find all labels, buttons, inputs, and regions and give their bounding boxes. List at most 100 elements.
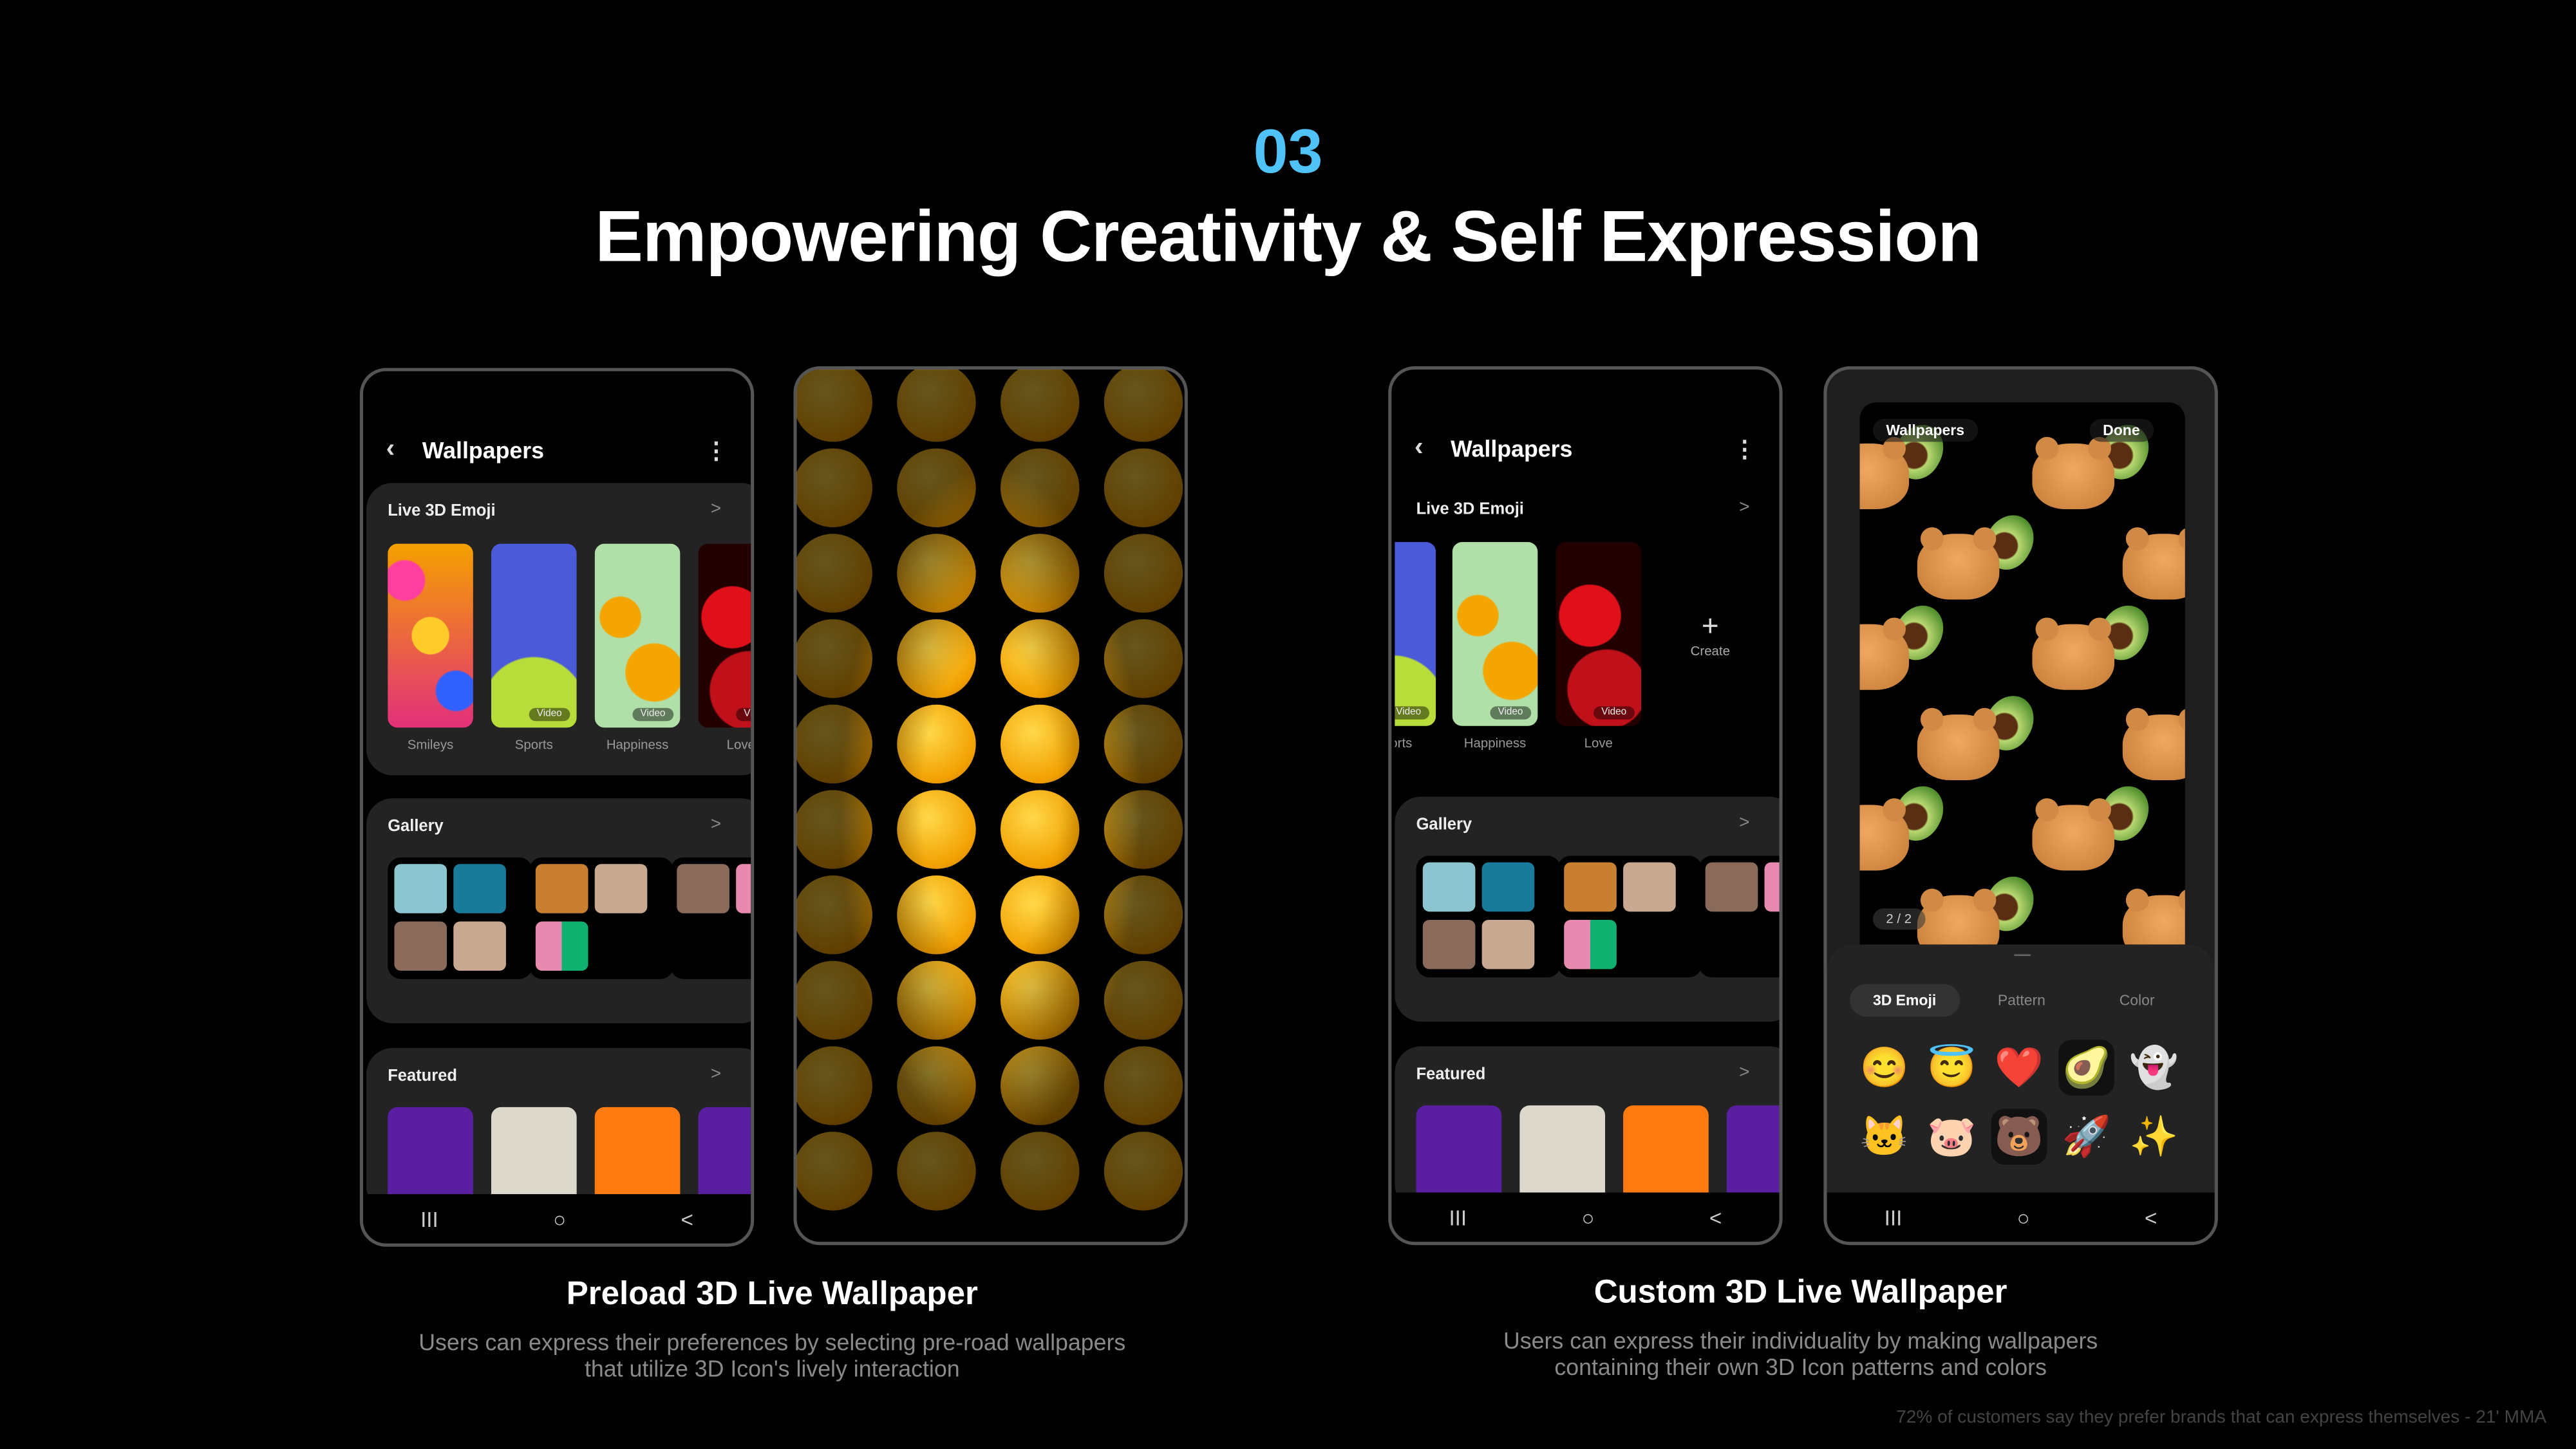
wallpapers-back-button[interactable]: Wallpapers bbox=[1872, 418, 1978, 442]
featured-thumb[interactable] bbox=[1519, 1105, 1606, 1204]
emoji-option[interactable]: 👻 bbox=[2126, 1040, 2182, 1096]
featured-thumb[interactable] bbox=[698, 1107, 751, 1206]
thumb-smileys[interactable] bbox=[388, 543, 473, 728]
phone-live-emoji-preview[interactable] bbox=[793, 366, 1188, 1246]
featured-thumb[interactable] bbox=[594, 1107, 681, 1206]
video-badge: Video bbox=[632, 707, 674, 722]
video-badge: Video bbox=[1489, 706, 1532, 720]
chevron-right-icon[interactable]: > bbox=[711, 1065, 721, 1085]
more-icon[interactable]: ⋮ bbox=[705, 436, 728, 463]
tab-color[interactable]: Color bbox=[2096, 984, 2177, 1016]
right-caption-title: Custom 3D Live Wallpaper bbox=[1594, 1275, 2007, 1311]
bear-icon bbox=[1859, 617, 1910, 690]
back-icon[interactable]: ‹ bbox=[386, 435, 422, 465]
thumb-label: Happiness bbox=[606, 737, 669, 753]
chevron-right-icon[interactable]: > bbox=[1739, 498, 1749, 518]
featured-thumb[interactable] bbox=[388, 1107, 473, 1206]
back-button[interactable]: < bbox=[681, 1206, 693, 1231]
create-button[interactable]: + Create bbox=[1674, 610, 1746, 659]
thumb-sports[interactable]: Video bbox=[491, 543, 577, 728]
nav-bar: III ○ < bbox=[362, 1194, 751, 1244]
gallery-card: Gallery > bbox=[366, 798, 751, 1024]
emoji-option[interactable]: 🐱 bbox=[1856, 1108, 1912, 1164]
left-caption-title: Preload 3D Live Wallpaper bbox=[566, 1276, 978, 1313]
thumb-label: Sports bbox=[514, 737, 553, 753]
featured-thumb[interactable] bbox=[1416, 1105, 1502, 1204]
nav-bar: III ○ < bbox=[1391, 1192, 1780, 1242]
section-number: 03 bbox=[1253, 118, 1323, 187]
gallery-album[interactable] bbox=[670, 857, 751, 979]
featured-card: Featured > bbox=[366, 1047, 751, 1213]
emoji-option[interactable]: 🚀 bbox=[2058, 1108, 2114, 1164]
screen-title: Wallpapers bbox=[422, 436, 545, 463]
footnote: 72% of customers say they prefer brands … bbox=[1896, 1407, 2547, 1428]
page-indicator: 2 / 2 bbox=[1872, 908, 1925, 930]
customize-sheet: 3D Emoji Pattern Color 😊 😇 ❤️ 🥑 👻 🐱 🐷 🐻 🚀 ✨ bbox=[1827, 944, 2215, 1193]
card-title: Live 3D Emoji bbox=[388, 502, 496, 521]
left-caption-line2: that utilize 3D Icon's lively interactio… bbox=[584, 1355, 960, 1381]
phone-wallpapers-created: ‹Wallpapers ⋮ Live 3D Emoji > Video Sports… bbox=[1388, 366, 1783, 1246]
chevron-right-icon[interactable]: > bbox=[1739, 813, 1749, 833]
chevron-right-icon[interactable]: > bbox=[711, 815, 721, 835]
tab-pattern[interactable]: Pattern bbox=[1975, 984, 2069, 1016]
card-title: Featured bbox=[1416, 1066, 1486, 1085]
card-title: Gallery bbox=[388, 818, 444, 836]
headline: Empowering Creativity & Self Expression bbox=[595, 197, 1982, 278]
featured-thumb[interactable] bbox=[1623, 1105, 1709, 1204]
emoji-option[interactable]: 🐻 bbox=[1991, 1108, 2047, 1165]
recents-button[interactable]: III bbox=[420, 1206, 438, 1231]
bear-icon bbox=[2032, 436, 2115, 510]
gallery-album[interactable] bbox=[529, 857, 674, 979]
emoji-option[interactable]: 😇 bbox=[1924, 1040, 1980, 1096]
emoji-option[interactable]: 🥑 bbox=[2058, 1040, 2115, 1096]
plus-icon: + bbox=[1701, 609, 1719, 642]
gallery-album[interactable] bbox=[388, 857, 532, 979]
featured-card: Featured > bbox=[1395, 1046, 1780, 1211]
emoji-option[interactable]: ❤️ bbox=[1991, 1040, 2047, 1096]
phone-wallpapers-list: ‹ Wallpapers ⋮ Live 3D Emoji > Smileys Vide… bbox=[359, 368, 755, 1247]
gallery-album[interactable] bbox=[1557, 855, 1702, 978]
back-icon[interactable]: ‹ bbox=[1415, 434, 1451, 463]
emoji-option[interactable]: 😊 bbox=[1856, 1040, 1912, 1096]
home-button[interactable]: ○ bbox=[1581, 1205, 1594, 1229]
thumb-sports[interactable]: Video bbox=[1395, 542, 1436, 726]
thumb-happiness[interactable]: Video bbox=[594, 543, 681, 728]
bear-icon bbox=[2032, 617, 2115, 690]
phone-custom-editor: Wallpapers Done 2 / 2 3D Emoji Pattern C… bbox=[1823, 366, 2218, 1246]
chevron-right-icon[interactable]: > bbox=[1739, 1063, 1749, 1083]
pattern-preview[interactable] bbox=[1859, 402, 2185, 961]
gallery-album[interactable] bbox=[1416, 855, 1561, 978]
featured-thumb[interactable] bbox=[491, 1107, 577, 1206]
done-button[interactable]: Done bbox=[2089, 418, 2154, 442]
back-button[interactable]: < bbox=[2145, 1205, 2157, 1229]
recents-button[interactable]: III bbox=[1885, 1205, 1903, 1229]
more-icon[interactable]: ⋮ bbox=[1733, 435, 1756, 462]
thumb-happiness[interactable]: Video bbox=[1452, 542, 1538, 726]
thumb-label: Smileys bbox=[407, 737, 454, 753]
home-button[interactable]: ○ bbox=[553, 1206, 566, 1231]
thumb-love[interactable]: Video bbox=[698, 543, 751, 728]
home-button[interactable]: ○ bbox=[2017, 1205, 2030, 1229]
recents-button[interactable]: III bbox=[1449, 1205, 1467, 1229]
right-caption-line1: Users can express their individuality by… bbox=[1503, 1327, 2098, 1354]
bear-icon bbox=[1859, 798, 1910, 871]
drag-handle[interactable] bbox=[2014, 954, 2031, 957]
emoji-option[interactable]: ✨ bbox=[2126, 1108, 2182, 1164]
emoji-option[interactable]: 🐷 bbox=[1924, 1108, 1980, 1164]
bear-icon bbox=[2122, 527, 2185, 600]
bear-icon bbox=[1917, 707, 2000, 781]
create-label: Create bbox=[1690, 644, 1730, 659]
left-caption-line1: Users can express their preferences by s… bbox=[418, 1329, 1126, 1356]
bear-icon bbox=[1859, 436, 1910, 510]
bear-icon bbox=[1917, 527, 2000, 600]
dim-overlay bbox=[796, 369, 1185, 1242]
featured-thumb[interactable] bbox=[1726, 1105, 1780, 1204]
gallery-album[interactable] bbox=[1698, 855, 1780, 978]
back-button[interactable]: < bbox=[1709, 1205, 1722, 1229]
chevron-right-icon[interactable]: > bbox=[711, 500, 721, 519]
video-badge: Video bbox=[1395, 706, 1429, 720]
thumb-label: Sports bbox=[1395, 736, 1413, 751]
card-title: Gallery bbox=[1416, 816, 1472, 835]
tab-3d-emoji[interactable]: 3D Emoji bbox=[1850, 984, 1959, 1017]
thumb-love[interactable]: Video bbox=[1556, 542, 1642, 726]
